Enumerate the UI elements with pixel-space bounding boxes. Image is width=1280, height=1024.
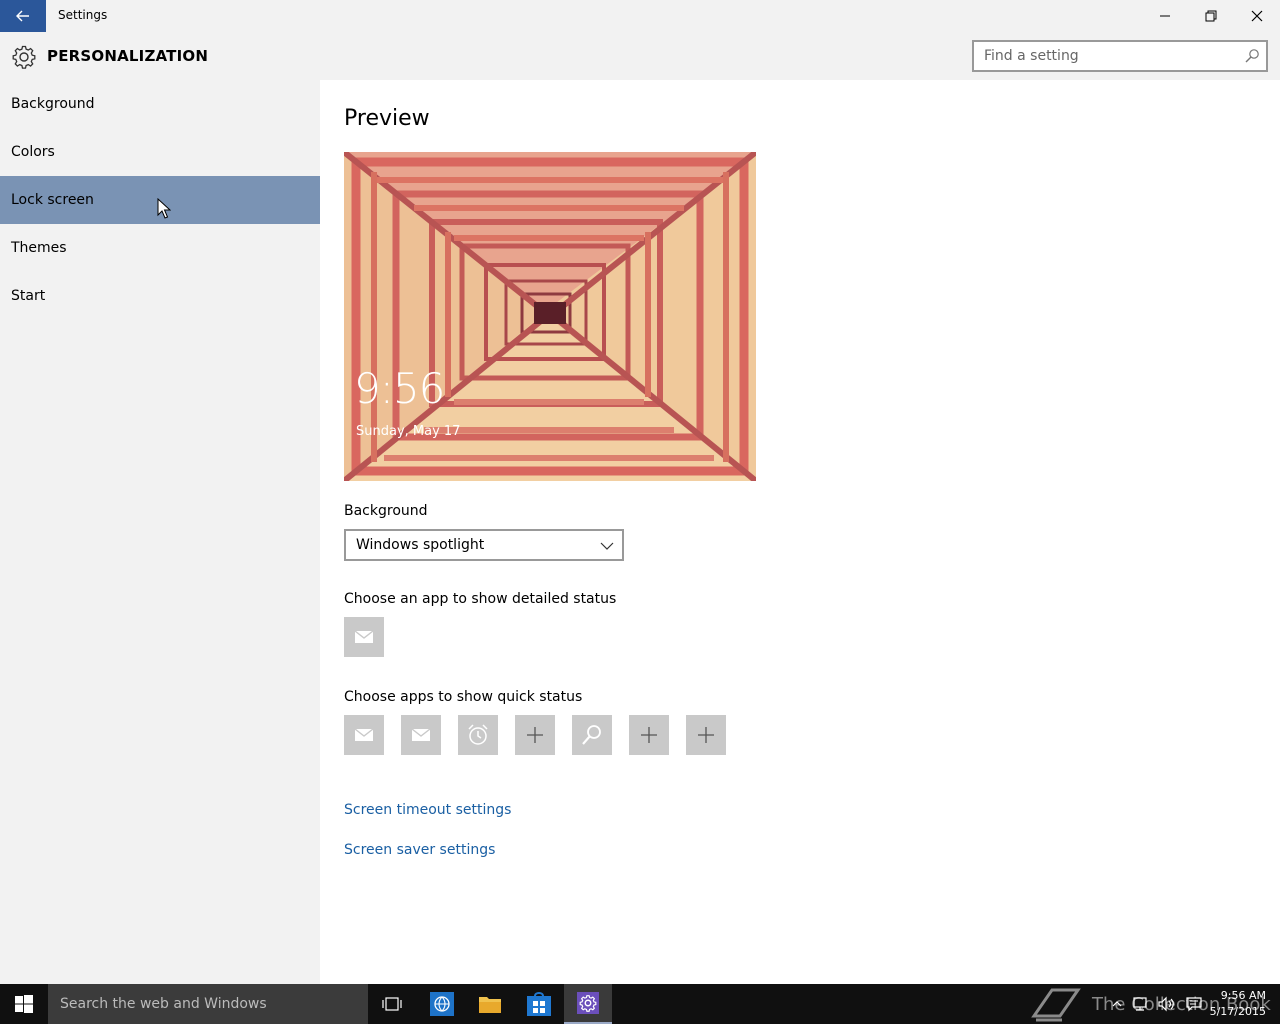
sidebar-item-label: Lock screen [11,192,94,208]
gear-icon [12,45,36,69]
taskbar-browser[interactable] [418,984,466,1024]
background-dropdown[interactable]: Windows spotlight [344,529,624,561]
preview-heading: Preview [344,106,430,131]
clock-date: 5/17/2015 [1209,1005,1266,1018]
quick-status-add-slot-2[interactable] [629,715,669,755]
restore-icon [1205,10,1217,22]
book-icon [1031,988,1081,1022]
quick-status-label: Choose apps to show quick status [344,689,583,705]
window-title: Settings [58,8,108,22]
sidebar-item-label: Start [11,288,46,304]
sidebar-item-label: Themes [11,240,67,256]
restore-button[interactable] [1188,0,1234,32]
search-box[interactable] [972,40,1268,72]
taskbar-file-explorer[interactable] [466,984,514,1024]
back-arrow-icon [16,10,29,22]
gear-icon [577,992,599,1014]
store-icon [527,992,551,1016]
task-view-button[interactable] [368,984,416,1024]
mail-icon [354,728,374,741]
folder-icon [479,997,501,1013]
search-icon [582,725,601,745]
quick-status-add-slot-3[interactable] [686,715,726,755]
preview-date: Sunday, May 17 [356,424,461,439]
sidebar-item-colors[interactable]: Colors [0,128,320,176]
search-input[interactable] [974,42,1234,70]
plus-icon [641,727,657,743]
mouse-cursor-icon [157,198,171,219]
screen-saver-settings-link[interactable]: Screen saver settings [344,842,495,858]
system-tray [1112,984,1202,1024]
screen-timeout-settings-link[interactable]: Screen timeout settings [344,802,511,818]
detailed-status-label: Choose an app to show detailed status [344,591,617,607]
sidebar-item-background[interactable]: Background [0,80,320,128]
close-button[interactable] [1234,0,1280,32]
sidebar-item-start[interactable]: Start [0,272,320,320]
quick-status-app-mail-2[interactable] [401,715,441,755]
action-center-icon[interactable] [1186,996,1202,1012]
quick-status-app-mail-1[interactable] [344,715,384,755]
browser-icon [430,992,454,1016]
lock-screen-preview: 9:56 Sunday, May 17 [344,152,756,481]
mail-icon [411,728,431,741]
quick-status-app-alarms[interactable] [458,715,498,755]
clock-time: 9:56 AM [1220,989,1266,1002]
alarm-icon [468,724,488,745]
network-icon[interactable] [1132,996,1148,1012]
detailed-status-app-mail[interactable] [344,617,384,657]
main-content: Preview 9:56 Sunday, May 17 Background W… [320,80,1280,984]
background-dropdown-value: Windows spotlight [356,537,485,553]
taskbar-settings[interactable] [564,984,612,1024]
title-bar: Settings [0,0,1280,32]
chevron-down-icon [600,542,614,550]
page-title: PERSONALIZATION [47,47,209,65]
plus-icon [698,727,714,743]
background-label: Background [344,503,428,519]
windows-logo-icon [15,995,33,1013]
taskbar-store[interactable] [515,984,563,1024]
volume-icon[interactable] [1158,996,1176,1012]
minimize-button[interactable] [1142,0,1188,32]
search-icon[interactable] [1244,48,1260,64]
minimize-icon [1160,15,1170,17]
mail-icon [354,630,374,643]
sidebar-item-label: Colors [11,144,55,160]
chevron-up-icon[interactable] [1112,999,1122,1009]
taskbar-search-box[interactable]: Search the web and Windows [48,984,368,1024]
preview-clock: 9:56 [354,364,445,413]
close-icon [1251,10,1263,22]
taskbar: Search the web and Windows The Collectio… [0,984,1280,1024]
page-header: PERSONALIZATION [0,32,1280,80]
quick-status-app-search[interactable] [572,715,612,755]
start-button[interactable] [0,984,48,1024]
quick-status-add-slot-1[interactable] [515,715,555,755]
taskbar-clock[interactable]: 9:56 AM 5/17/2015 [1210,988,1266,1020]
sidebar-item-label: Background [11,96,95,112]
plus-icon [527,727,543,743]
back-button[interactable] [0,0,46,32]
task-view-icon [382,997,402,1011]
sidebar-item-themes[interactable]: Themes [0,224,320,272]
